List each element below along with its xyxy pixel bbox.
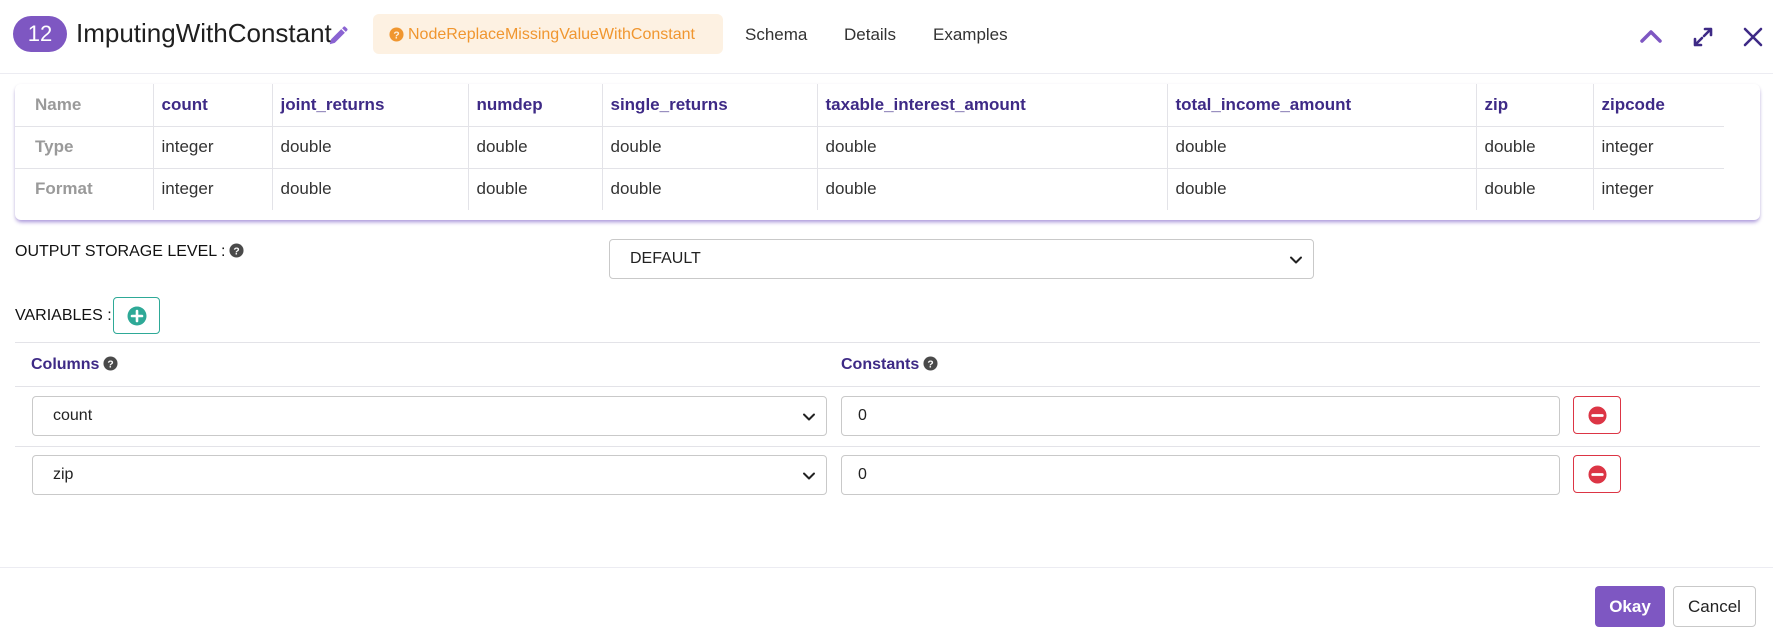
columns-header-text: Columns — [31, 356, 100, 373]
column-type: double — [1166, 126, 1476, 169]
question-circle-icon: ? — [389, 27, 404, 42]
svg-text:?: ? — [234, 246, 240, 257]
schema-type-row: Type integer double double double double… — [15, 126, 1724, 169]
column-type: double — [601, 126, 817, 169]
column-select[interactable]: count — [32, 396, 827, 436]
schema-name-row: Name count joint_returns numdep single_r… — [15, 84, 1724, 127]
storage-level-value: DEFAULT — [630, 250, 701, 267]
row-label-format: Format — [35, 179, 93, 199]
column-format: double — [467, 168, 602, 210]
svg-text:?: ? — [928, 359, 934, 370]
storage-level-select[interactable]: DEFAULT — [609, 239, 1314, 279]
column-format: integer — [152, 168, 272, 210]
dialog-header: 12 ImputingWithConstant ? NodeReplaceMis… — [0, 0, 1773, 74]
column-format: double — [601, 168, 817, 210]
divider — [15, 386, 1760, 387]
svg-text:?: ? — [393, 30, 399, 41]
column-format: double — [816, 168, 1167, 210]
footer-divider — [0, 567, 1773, 568]
column-name: taxable_interest_amount — [816, 84, 1167, 127]
node-title: ImputingWithConstant — [76, 18, 332, 48]
remove-variable-button[interactable] — [1573, 396, 1621, 434]
column-name: zip — [1475, 84, 1593, 127]
column-format: double — [271, 168, 468, 210]
tab-details[interactable]: Details — [844, 25, 896, 45]
column-format: integer — [1592, 168, 1724, 210]
column-type: double — [467, 126, 602, 169]
row-label-name: Name — [15, 84, 153, 127]
expand-icon[interactable] — [1688, 22, 1718, 52]
column-type: integer — [1592, 126, 1724, 169]
chevron-down-icon — [803, 472, 815, 480]
column-format: double — [1166, 168, 1476, 210]
minus-circle-icon — [1588, 465, 1607, 484]
remove-variable-button[interactable] — [1573, 455, 1621, 493]
question-circle-icon[interactable]: ? — [229, 243, 244, 258]
constant-input[interactable]: 0 — [841, 396, 1560, 436]
column-type: double — [1475, 126, 1593, 169]
tab-examples[interactable]: Examples — [933, 25, 1008, 45]
constants-header-text: Constants — [841, 356, 920, 373]
pencil-icon[interactable] — [327, 25, 349, 47]
node-type-chip[interactable]: ? NodeReplaceMissingValueWithConstant — [373, 14, 723, 54]
divider — [15, 446, 1760, 447]
column-select[interactable]: zip — [32, 455, 827, 495]
schema-table: Name count joint_returns numdep single_r… — [15, 84, 1724, 210]
schema-format-row: Format integer double double double doub… — [15, 168, 1724, 210]
column-type: integer — [152, 126, 272, 169]
chevron-up-icon[interactable] — [1636, 22, 1666, 52]
column-name: joint_returns — [271, 84, 468, 127]
column-name: count — [152, 84, 272, 127]
column-type: double — [816, 126, 1167, 169]
chevron-down-icon — [803, 413, 815, 421]
column-type: double — [271, 126, 468, 169]
add-variable-button[interactable] — [113, 297, 160, 334]
question-circle-icon[interactable]: ? — [923, 356, 938, 371]
constants-header: Constants? — [841, 355, 938, 375]
column-name: numdep — [467, 84, 602, 127]
schema-table-card: Name count joint_returns numdep single_r… — [15, 84, 1760, 220]
constant-input[interactable]: 0 — [841, 455, 1560, 495]
cancel-button[interactable]: Cancel — [1673, 586, 1756, 627]
column-select-value: count — [53, 407, 93, 424]
close-icon[interactable] — [1738, 22, 1768, 52]
tab-schema[interactable]: Schema — [745, 25, 807, 45]
node-type-label: NodeReplaceMissingValueWithConstant — [408, 26, 695, 43]
variables-label: VARIABLES : — [15, 307, 112, 324]
column-select-value: zip — [53, 466, 74, 483]
storage-level-text: OUTPUT STORAGE LEVEL : — [15, 243, 226, 260]
plus-circle-icon — [127, 306, 147, 326]
columns-header: Columns? — [31, 355, 118, 375]
column-format: double — [1475, 168, 1593, 210]
minus-circle-icon — [1588, 406, 1607, 425]
okay-button[interactable]: Okay — [1595, 586, 1665, 627]
column-name: total_income_amount — [1166, 84, 1476, 127]
column-name: single_returns — [601, 84, 817, 127]
question-circle-icon[interactable]: ? — [103, 356, 118, 371]
storage-level-label: OUTPUT STORAGE LEVEL :? — [15, 242, 244, 262]
column-name: zipcode — [1592, 84, 1724, 127]
svg-text:?: ? — [108, 359, 114, 370]
chevron-down-icon — [1290, 256, 1302, 264]
row-label-type: Type — [15, 126, 153, 169]
divider — [15, 342, 1760, 343]
node-number-badge: 12 — [13, 16, 67, 52]
